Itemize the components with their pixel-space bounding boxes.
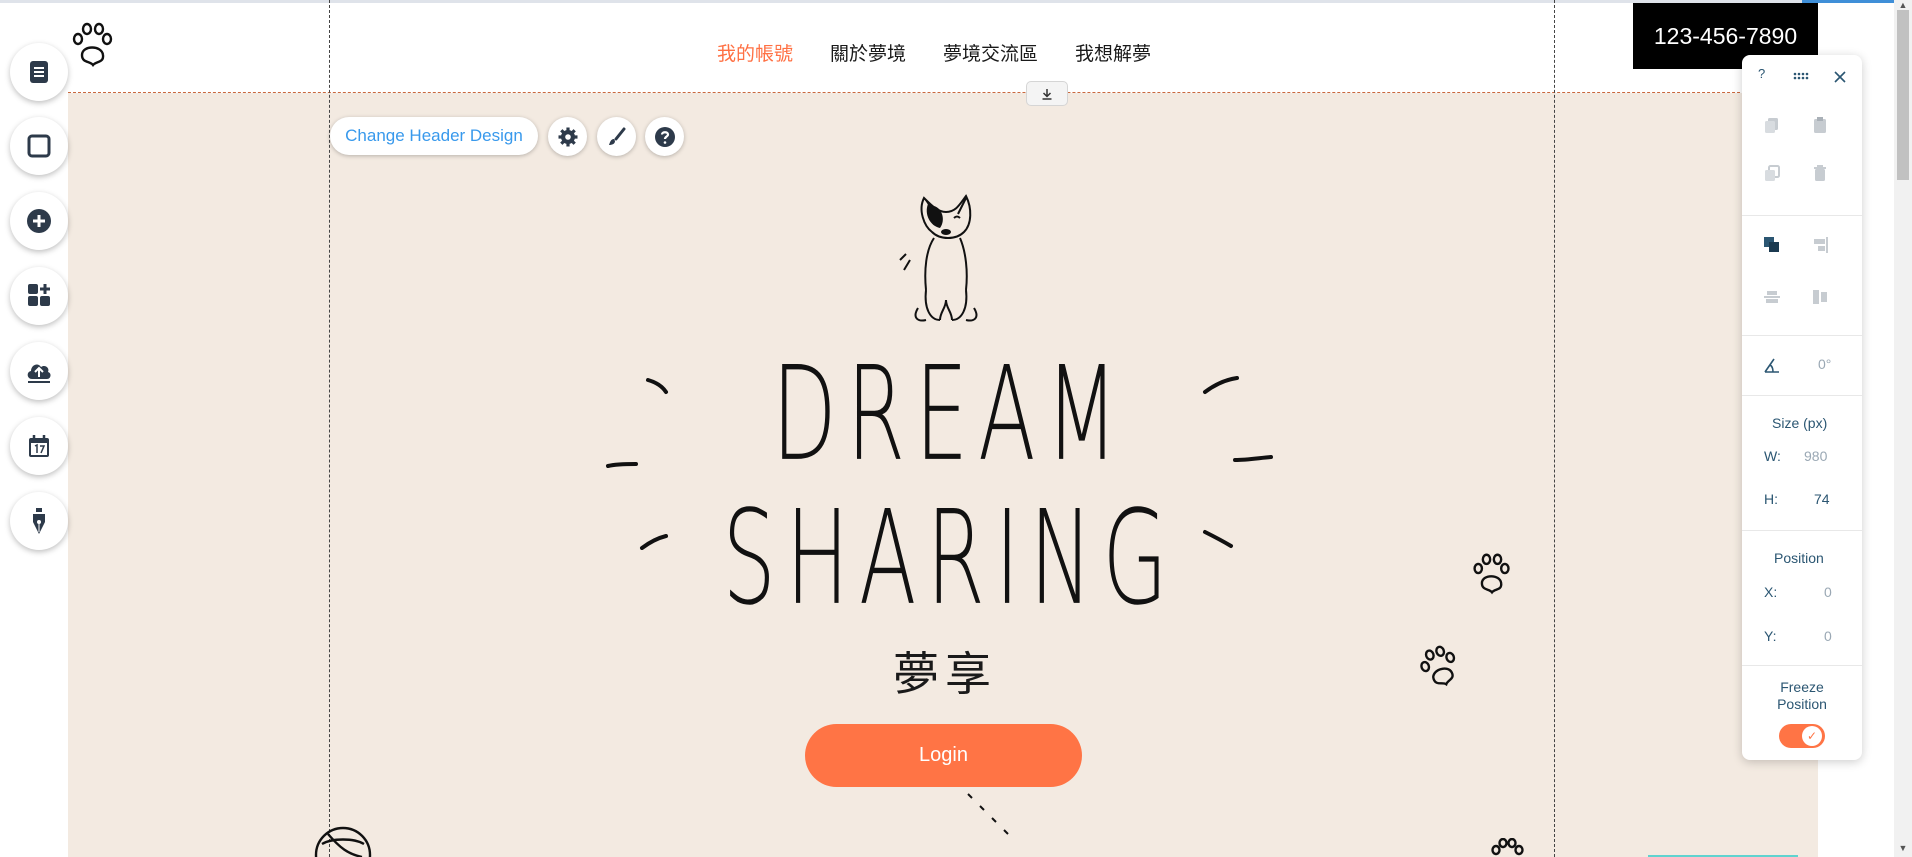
header-design-button[interactable] — [597, 117, 636, 156]
y-label: Y: — [1764, 628, 1777, 644]
hero-subtitle: 夢享 — [893, 647, 997, 701]
paw-print-icon-3 — [1491, 838, 1524, 856]
hero-title-line2: SHARING — [722, 482, 1178, 634]
menu-item-dream-exchange[interactable]: 夢境交流區 — [943, 39, 1038, 66]
panel-divider — [1742, 215, 1862, 216]
calendar-icon — [29, 435, 49, 457]
gear-icon — [558, 127, 577, 146]
size-title: Size (px) — [1772, 415, 1828, 431]
upload-icon — [27, 364, 51, 383]
drag-handle-icon[interactable] — [1792, 67, 1812, 87]
bookings-button[interactable] — [10, 417, 68, 475]
dotted-trail-icon — [967, 793, 1009, 835]
page-scrollbar[interactable]: ▲ ▼ — [1894, 0, 1912, 857]
arrow-down-to-line-icon — [1042, 88, 1052, 100]
background-icon — [27, 134, 51, 158]
blog-button[interactable] — [10, 492, 68, 550]
panel-divider-2 — [1742, 335, 1862, 336]
app-market-button[interactable] — [10, 267, 68, 325]
rotation-value[interactable]: 0° — [1818, 356, 1831, 372]
right-grid-guide — [1554, 0, 1555, 857]
left-grid-guide — [329, 0, 330, 857]
panel-help-button[interactable]: ? — [1758, 66, 1765, 81]
add-icon — [27, 209, 51, 233]
paw-print-icon-2 — [1420, 645, 1456, 687]
paste-icon[interactable] — [1810, 115, 1830, 135]
panel-divider-3 — [1742, 395, 1862, 396]
x-label: X: — [1764, 584, 1778, 600]
change-header-design-button[interactable]: Change Header Design — [330, 117, 538, 155]
header-boundary-line — [68, 92, 1820, 93]
paw-print-icon — [1473, 553, 1510, 595]
height-label: H: — [1764, 491, 1778, 507]
x-value[interactable]: 0 — [1824, 584, 1832, 600]
dog-illustration-icon — [899, 194, 978, 322]
upload-button[interactable] — [10, 342, 68, 400]
panel-divider-4 — [1742, 530, 1862, 531]
y-value[interactable]: 0 — [1824, 628, 1832, 644]
hero-title-line1: DREAM — [771, 338, 1129, 490]
menu-item-my-account[interactable]: 我的帳號 — [717, 39, 793, 66]
header-settings-button[interactable] — [548, 117, 587, 156]
inspector-panel: ? 0° Size (px) W: 980 H: 74 Position X: … — [1742, 55, 1862, 760]
question-mark-icon — [654, 126, 675, 147]
delete-icon[interactable] — [1810, 163, 1830, 183]
position-title: Position — [1774, 550, 1824, 566]
login-button[interactable]: Login — [805, 724, 1082, 787]
background-button[interactable] — [10, 117, 68, 175]
yarn-ball-icon — [314, 826, 372, 857]
rotate-angle-icon — [1764, 358, 1779, 373]
pages-icon — [30, 61, 48, 83]
app-market-icon — [28, 284, 50, 306]
width-value[interactable]: 980 — [1804, 448, 1827, 464]
copy-icon[interactable] — [1762, 115, 1782, 135]
paw-logo-icon[interactable] — [70, 21, 116, 69]
header-help-button[interactable] — [645, 117, 684, 156]
add-button[interactable] — [10, 192, 68, 250]
freeze-position-toggle[interactable]: ✓ — [1779, 724, 1825, 748]
check-icon: ✓ — [1802, 726, 1822, 746]
paint-brush-icon — [608, 127, 625, 145]
match-size-icon[interactable] — [1810, 287, 1830, 307]
align-icon[interactable] — [1810, 235, 1830, 255]
arrange-icon[interactable] — [1762, 235, 1782, 255]
collapse-header-button[interactable] — [1026, 81, 1068, 106]
site-header[interactable]: 我的帳號 關於夢境 夢境交流區 我想解夢 — [0, 3, 1820, 92]
panel-divider-5 — [1742, 665, 1862, 666]
blog-pen-icon — [33, 508, 45, 534]
width-label: W: — [1764, 448, 1781, 464]
menu-item-about-dreams[interactable]: 關於夢境 — [830, 39, 906, 66]
close-icon[interactable] — [1830, 67, 1850, 87]
scroll-thumb[interactable] — [1897, 10, 1909, 180]
freeze-position-label: Freeze Position — [1777, 679, 1827, 712]
main-menu: 我的帳號 關於夢境 夢境交流區 我想解夢 — [717, 39, 1151, 66]
menu-item-interpret-dream[interactable]: 我想解夢 — [1075, 39, 1151, 66]
pages-button[interactable] — [10, 43, 68, 101]
duplicate-icon[interactable] — [1762, 163, 1782, 183]
scroll-down-arrow-icon[interactable]: ▼ — [1894, 843, 1912, 857]
height-value[interactable]: 74 — [1814, 491, 1830, 507]
distribute-icon[interactable] — [1762, 287, 1782, 307]
